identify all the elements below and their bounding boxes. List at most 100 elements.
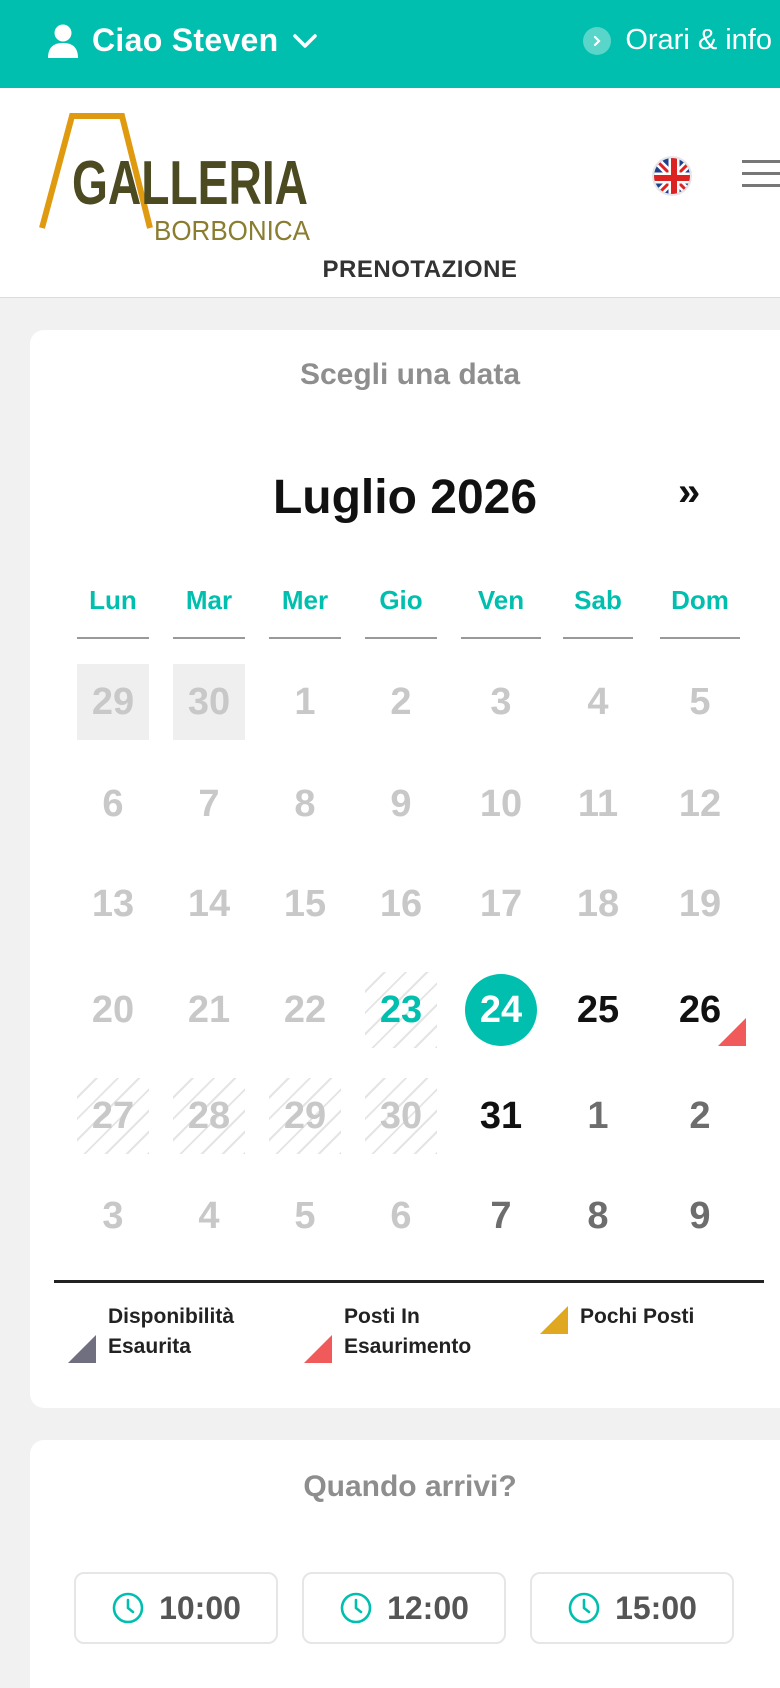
- day-number: 11: [577, 782, 619, 825]
- time-picker-card: Quando arrivi? 10:00 12:00 15:00: [30, 1440, 780, 1688]
- day-number: 18: [576, 882, 620, 925]
- calendar-day-cell: 23: [365, 972, 437, 1048]
- site-header: GALLERIA BORBONICA PRENOTAZIONE: [0, 88, 780, 298]
- weekday-header: Lun: [89, 585, 137, 615]
- page-title: PRENOTAZIONE: [322, 256, 518, 283]
- day-number: 4: [198, 1194, 220, 1237]
- time-slot-button[interactable]: 10:00: [74, 1572, 278, 1644]
- greeting-text: Ciao Steven: [92, 22, 279, 58]
- calendar-day-cell: 30: [365, 1078, 437, 1154]
- calendar-day-cell: 3: [461, 664, 541, 740]
- date-picker-card: Scegli una data Luglio 2026 » Lun Mar Mer G…: [30, 330, 780, 1408]
- calendar-day-cell[interactable]: 25: [563, 972, 633, 1048]
- weekday-header: Sab: [574, 585, 622, 615]
- weekday-header: Ven: [477, 585, 525, 615]
- calendar-day-cell: 6: [365, 1178, 437, 1254]
- day-number: 29: [283, 1094, 327, 1137]
- legend-running-out: Posti In Esaurimento: [344, 1305, 472, 1358]
- calendar-day-cell: 30: [173, 664, 245, 740]
- day-number: 8: [294, 782, 316, 825]
- day-number: 5: [689, 680, 711, 723]
- weekday-header: Gio: [379, 585, 423, 615]
- day-number: 2: [689, 1094, 711, 1137]
- day-number: 3: [490, 680, 512, 723]
- calendar-day-cell[interactable]: 1: [563, 1078, 633, 1154]
- calendar-day-cell: 18: [563, 866, 633, 942]
- calendar-day-cell: 10: [461, 766, 541, 842]
- day-number: 9: [390, 782, 412, 825]
- day-number: 25: [576, 988, 620, 1031]
- day-number: 16: [379, 882, 423, 925]
- calendar-day-cell[interactable]: 26: [660, 972, 746, 1048]
- weekday-underline: [269, 637, 341, 639]
- time-section-title: Quando arrivi?: [303, 1470, 517, 1503]
- weekday-underline: [173, 637, 245, 639]
- time-slot-button[interactable]: 12:00: [302, 1572, 506, 1644]
- selected-day-cell[interactable]: 24: [461, 972, 541, 1048]
- legend-divider: [54, 1280, 764, 1283]
- day-number: 7: [490, 1194, 512, 1237]
- user-menu[interactable]: Ciao Steven: [48, 22, 318, 59]
- calendar-day-cell[interactable]: 7: [461, 1178, 541, 1254]
- calendar-day-cell: 5: [269, 1178, 341, 1254]
- calendar-day-cell: 20: [77, 972, 149, 1048]
- day-number: 21: [187, 988, 231, 1031]
- day-number: 31: [479, 1094, 523, 1137]
- next-month-button[interactable]: »: [678, 470, 700, 515]
- day-number: 3: [102, 1194, 124, 1237]
- calendar-day-cell: 3: [77, 1178, 149, 1254]
- few-seats-marker: [540, 1306, 568, 1334]
- sold-out-marker: [68, 1335, 96, 1363]
- day-number: 15: [283, 882, 327, 925]
- calendar-day-cell: 1: [269, 664, 341, 740]
- day-number: 22: [283, 988, 327, 1031]
- calendar-day-cell: 13: [77, 866, 149, 942]
- weekday-underline: [660, 637, 740, 639]
- weekday-underline: [563, 637, 633, 639]
- day-number: 4: [587, 680, 609, 723]
- day-number: 7: [198, 782, 220, 825]
- galleria-borbonica-logo[interactable]: GALLERIA BORBONICA: [38, 108, 338, 248]
- day-number: 2: [390, 680, 412, 723]
- day-number: 17: [479, 882, 523, 925]
- calendar-day-cell: 19: [660, 866, 740, 942]
- time-slot-label: 10:00: [159, 1589, 241, 1626]
- calendar-day-cell: 17: [461, 866, 541, 942]
- top-bar: Ciao Steven Orari & info: [0, 0, 780, 88]
- calendar-day-cell: 12: [660, 766, 740, 842]
- logo-sub-text: BORBONICA: [154, 215, 310, 246]
- day-number: 1: [587, 1094, 609, 1137]
- calendar-day-cell: 4: [563, 664, 633, 740]
- calendar-day-cell[interactable]: 31: [461, 1078, 541, 1154]
- time-slot-button[interactable]: 15:00: [530, 1572, 734, 1644]
- calendar-day-cell: 27: [77, 1078, 149, 1154]
- day-number: 24: [479, 988, 523, 1031]
- month-label: Luglio 2026: [272, 471, 538, 524]
- day-number: 27: [91, 1094, 135, 1137]
- chevron-right-icon: [583, 26, 612, 55]
- hamburger-menu-icon[interactable]: [740, 160, 780, 190]
- calendar-day-cell[interactable]: 8: [563, 1178, 633, 1254]
- clock-icon: [568, 1592, 600, 1624]
- calendar-day-cell: 22: [269, 972, 341, 1048]
- day-number: 13: [91, 882, 135, 925]
- weekday-underline: [77, 637, 149, 639]
- calendar-day-cell[interactable]: 9: [660, 1178, 740, 1254]
- weekday-header: Mer: [281, 585, 329, 615]
- calendar-day-cell: 16: [365, 866, 437, 942]
- day-number: 20: [91, 988, 135, 1031]
- calendar-day-cell: 29: [269, 1078, 341, 1154]
- calendar-day-cell[interactable]: 2: [660, 1078, 740, 1154]
- day-number: 29: [91, 680, 135, 723]
- running-out-indicator: [718, 1018, 746, 1046]
- day-number: 14: [187, 882, 231, 925]
- weekday-underline: [461, 637, 541, 639]
- uk-flag-icon[interactable]: [652, 156, 692, 196]
- legend-few-seats: Pochi Posti: [580, 1305, 695, 1328]
- hours-info-link[interactable]: Orari & info: [583, 24, 772, 57]
- calendar-day-cell: 9: [365, 766, 437, 842]
- date-section-title: Scegli una data: [299, 358, 521, 391]
- calendar-day-cell: 28: [173, 1078, 245, 1154]
- calendar-day-cell: 5: [660, 664, 740, 740]
- calendar-day-cell: 15: [269, 866, 341, 942]
